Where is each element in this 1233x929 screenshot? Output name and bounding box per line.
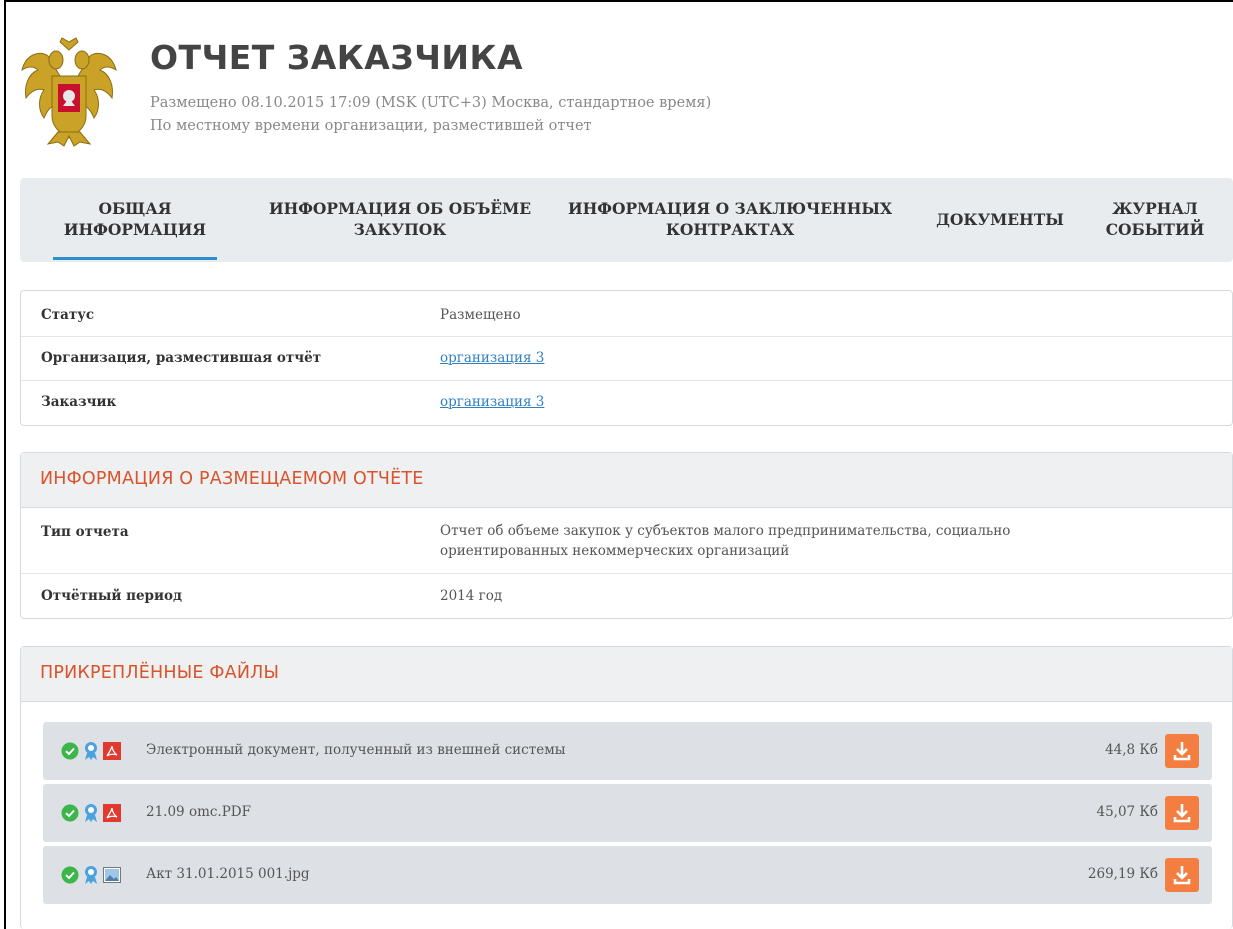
attached-files-panel: ПРИКРЕПЛЁННЫЕ ФАЙЛЫ Электронный документ…: [20, 646, 1233, 929]
file-item[interactable]: Электронный документ, полученный из внеш…: [43, 722, 1212, 780]
report-info-header: ИНФОРМАЦИЯ О РАЗМЕЩАЕМОМ ОТЧЁТЕ: [21, 453, 1232, 508]
signature-valid-icon: [61, 742, 79, 760]
tab-documents[interactable]: ДОКУМЕНТЫ: [910, 178, 1090, 262]
organization-label: Организация, разместившая отчёт: [41, 350, 322, 366]
posted-date: Размещено 08.10.2015 17:09 (MSK (UTC+3) …: [150, 95, 712, 111]
file-size: 45,07 Кб: [1096, 804, 1158, 820]
tab-event-log[interactable]: ЖУРНАЛ СОБЫТИЙ: [1095, 178, 1215, 262]
timezone-note: По местному времени организации, размест…: [150, 118, 592, 134]
download-button[interactable]: [1165, 734, 1199, 768]
report-type-row: Тип отчета Отчет об объеме закупок у суб…: [21, 508, 1232, 574]
page-title: ОТЧЕТ ЗАКАЗЧИКА: [150, 38, 524, 77]
organization-link[interactable]: организация 3: [440, 350, 544, 366]
tab-general-info[interactable]: ОБЩАЯ ИНФОРМАЦИЯ: [40, 178, 230, 262]
certificate-icon: [85, 742, 97, 760]
general-info-panel: Статус Размещено Организация, разместивш…: [20, 290, 1233, 426]
certificate-icon: [85, 866, 97, 884]
file-name: Электронный документ, полученный из внеш…: [146, 742, 566, 758]
coat-of-arms-logo: [21, 37, 117, 147]
file-item[interactable]: 21.09 omc.PDF 45,07 Кб: [43, 784, 1212, 842]
attached-files-header: ПРИКРЕПЛЁННЫЕ ФАЙЛЫ: [21, 647, 1232, 702]
pdf-icon: [103, 804, 121, 822]
tab-contracts[interactable]: ИНФОРМАЦИЯ О ЗАКЛЮЧЕННЫХ КОНТРАКТАХ: [555, 178, 905, 262]
attached-files-title: ПРИКРЕПЛЁННЫЕ ФАЙЛЫ: [40, 663, 280, 683]
report-period-row: Отчётный период 2014 год: [21, 574, 1232, 618]
signature-valid-icon: [61, 804, 79, 822]
report-period-label: Отчётный период: [41, 588, 183, 604]
organization-row: Организация, разместившая отчёт организа…: [21, 337, 1232, 381]
report-type-value: Отчет об объеме закупок у субъектов мало…: [440, 523, 1011, 559]
file-size: 269,19 Кб: [1087, 866, 1158, 882]
report-type-label: Тип отчета: [41, 524, 129, 540]
report-info-panel: ИНФОРМАЦИЯ О РАЗМЕЩАЕМОМ ОТЧЁТЕ Тип отче…: [20, 452, 1233, 619]
pdf-icon: [103, 742, 121, 760]
certificate-icon: [85, 804, 97, 822]
file-name: 21.09 omc.PDF: [146, 804, 251, 820]
customer-label: Заказчик: [41, 394, 117, 410]
download-button[interactable]: [1165, 858, 1199, 892]
status-value: Размещено: [440, 307, 521, 323]
file-status-icons: [61, 865, 121, 885]
status-label: Статус: [41, 307, 95, 323]
customer-link[interactable]: организация 3: [440, 394, 544, 410]
download-icon: [1173, 866, 1191, 885]
file-status-icons: [61, 741, 121, 761]
image-icon: [103, 867, 121, 883]
download-button[interactable]: [1165, 796, 1199, 830]
file-size: 44,8 Кб: [1105, 742, 1158, 758]
file-status-icons: [61, 803, 121, 823]
file-item[interactable]: Акт 31.01.2015 001.jpg 269,19 Кб: [43, 846, 1212, 904]
customer-row: Заказчик организация 3: [21, 381, 1232, 425]
download-icon: [1173, 742, 1191, 761]
signature-valid-icon: [61, 866, 79, 884]
report-period-value: 2014 год: [440, 588, 503, 604]
file-name: Акт 31.01.2015 001.jpg: [146, 866, 310, 882]
tab-bar: ОБЩАЯ ИНФОРМАЦИЯ ИНФОРМАЦИЯ ОБ ОБЪЁМЕ ЗА…: [20, 178, 1233, 262]
download-icon: [1173, 804, 1191, 823]
tab-purchase-volume[interactable]: ИНФОРМАЦИЯ ОБ ОБЪЁМЕ ЗАКУПОК: [250, 178, 550, 262]
status-row: Статус Размещено: [21, 291, 1232, 337]
active-tab-indicator: [53, 257, 217, 260]
report-info-title: ИНФОРМАЦИЯ О РАЗМЕЩАЕМОМ ОТЧЁТЕ: [40, 469, 424, 489]
